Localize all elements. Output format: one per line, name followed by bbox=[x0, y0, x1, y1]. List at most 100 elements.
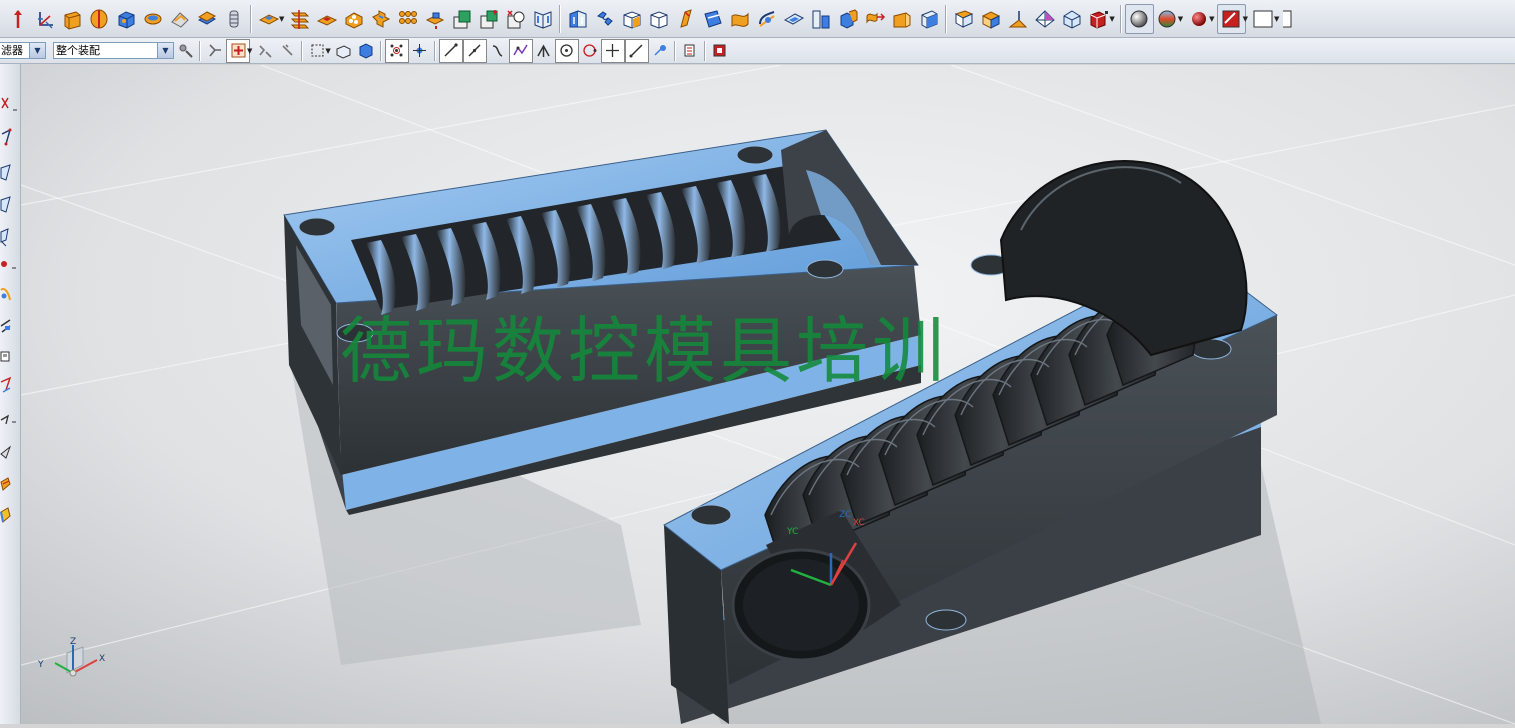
background-icon[interactable] bbox=[1250, 5, 1277, 33]
split-body-icon[interactable] bbox=[726, 5, 753, 33]
curve-icon[interactable] bbox=[0, 196, 11, 213]
zc-label: ZC bbox=[839, 510, 851, 520]
graphics-viewport[interactable]: ZC YC XC Z Y X 德玛数控模具培训 bbox=[21, 65, 1515, 724]
groove-icon[interactable] bbox=[529, 5, 556, 33]
deselect-icon[interactable] bbox=[276, 40, 298, 62]
sphere-icon[interactable] bbox=[193, 5, 220, 33]
line-icon[interactable] bbox=[1, 97, 17, 111]
type-filter-value: 滤器 bbox=[1, 44, 23, 57]
trim-body-icon[interactable] bbox=[699, 5, 726, 33]
snap-point-icon[interactable] bbox=[204, 40, 226, 62]
line-point-icon[interactable] bbox=[624, 38, 649, 63]
chevron-down-icon[interactable]: ▼ bbox=[157, 43, 173, 58]
arc-center-icon[interactable] bbox=[508, 38, 533, 63]
body-icon[interactable] bbox=[355, 40, 377, 62]
chevron-down-icon[interactable]: ▼ bbox=[29, 43, 45, 58]
hole-icon[interactable] bbox=[394, 5, 421, 33]
dropdown-arrow-icon[interactable]: ▼ bbox=[325, 47, 330, 55]
tube-icon[interactable] bbox=[220, 5, 247, 33]
stop-icon[interactable] bbox=[709, 40, 731, 62]
sheet-icon[interactable] bbox=[888, 5, 915, 33]
datum-axis-icon[interactable] bbox=[4, 5, 31, 33]
quadrant-icon[interactable] bbox=[533, 40, 555, 62]
edge-blend-icon[interactable] bbox=[340, 5, 367, 33]
intersect-icon[interactable] bbox=[313, 5, 340, 33]
toolbar-separator bbox=[559, 4, 562, 33]
color-icon[interactable] bbox=[1216, 3, 1246, 34]
intersection-icon[interactable] bbox=[462, 38, 487, 63]
dropdown-arrow-icon[interactable]: ▼ bbox=[1274, 15, 1279, 23]
bounded-plane-icon[interactable] bbox=[1004, 5, 1031, 33]
pad-icon[interactable] bbox=[475, 5, 502, 33]
dropdown-arrow-icon[interactable]: ▼ bbox=[1178, 15, 1183, 23]
plane-icon[interactable] bbox=[0, 164, 11, 181]
offset-face-icon[interactable] bbox=[672, 5, 699, 33]
shaded-icon[interactable] bbox=[1185, 5, 1212, 33]
filter-list-icon[interactable] bbox=[679, 40, 701, 62]
intersect-curve-icon[interactable] bbox=[0, 445, 12, 459]
dropdown-arrow-icon[interactable]: ▼ bbox=[1209, 15, 1214, 23]
triad-x-label: X bbox=[99, 654, 105, 664]
pattern-icon[interactable] bbox=[834, 5, 861, 33]
block-icon[interactable] bbox=[112, 5, 139, 33]
extract-icon[interactable] bbox=[861, 5, 888, 33]
boss-icon[interactable] bbox=[421, 5, 448, 33]
slot-icon[interactable] bbox=[502, 5, 529, 33]
thicken-icon[interactable] bbox=[645, 5, 672, 33]
scope-select[interactable]: 整个装配 ▼ bbox=[53, 42, 174, 59]
offset-curve-icon[interactable] bbox=[0, 376, 12, 393]
sketch-icon[interactable] bbox=[0, 351, 10, 362]
yc-label: YC bbox=[786, 527, 798, 537]
end-point-icon[interactable] bbox=[384, 38, 409, 63]
sew-icon[interactable] bbox=[753, 5, 780, 33]
arc-icon[interactable] bbox=[1, 128, 12, 146]
extrude-icon[interactable] bbox=[58, 5, 85, 33]
point-on-curve-icon[interactable] bbox=[579, 40, 601, 62]
cylinder-icon[interactable] bbox=[139, 5, 166, 33]
toolbar-separator bbox=[301, 40, 304, 61]
dropdown-arrow-icon[interactable]: ▼ bbox=[1109, 15, 1114, 23]
solid-icon[interactable] bbox=[333, 40, 355, 62]
existing-point-icon[interactable] bbox=[554, 38, 579, 63]
type-filter-select[interactable]: 滤器 ▼ bbox=[0, 42, 46, 59]
n-sided-icon[interactable] bbox=[1031, 5, 1058, 33]
wireframe-icon[interactable] bbox=[1124, 3, 1154, 34]
color-side-icon[interactable] bbox=[0, 507, 11, 523]
spline-icon[interactable] bbox=[0, 228, 9, 247]
section-icon[interactable] bbox=[1085, 5, 1112, 33]
cone-icon[interactable] bbox=[166, 5, 193, 33]
dropdown-arrow-icon[interactable]: ▼ bbox=[247, 47, 252, 55]
dropdown-arrow-icon[interactable]: ▼ bbox=[1243, 15, 1248, 23]
datum-csys-icon[interactable] bbox=[31, 5, 58, 33]
edit-icon[interactable] bbox=[0, 319, 11, 333]
mid-point-icon[interactable] bbox=[409, 40, 431, 62]
quick-pick-icon[interactable] bbox=[254, 40, 276, 62]
rib-icon[interactable] bbox=[564, 5, 591, 33]
scope-value: 整个装配 bbox=[56, 44, 100, 57]
edit-object-icon[interactable] bbox=[1281, 5, 1293, 33]
mirror-icon[interactable] bbox=[807, 5, 834, 33]
dropdown-arrow-icon[interactable]: ▼ bbox=[279, 15, 284, 23]
draft-icon[interactable] bbox=[618, 5, 645, 33]
rectangle-icon[interactable] bbox=[0, 477, 11, 491]
grid-icon[interactable] bbox=[649, 40, 671, 62]
point-icon[interactable] bbox=[1, 261, 16, 269]
shell-icon[interactable] bbox=[591, 5, 618, 33]
subtract-icon[interactable] bbox=[286, 5, 313, 33]
swept-icon[interactable] bbox=[915, 5, 942, 33]
general-selection-icon[interactable] bbox=[174, 40, 196, 62]
pocket-icon[interactable] bbox=[448, 5, 475, 33]
tangent-icon[interactable] bbox=[487, 40, 509, 62]
surface-icon[interactable] bbox=[1058, 5, 1085, 33]
unite-icon[interactable] bbox=[255, 5, 282, 33]
ruled-icon[interactable] bbox=[950, 5, 977, 33]
through-curves-icon[interactable] bbox=[977, 5, 1004, 33]
patch-icon[interactable] bbox=[780, 5, 807, 33]
control-point-icon[interactable] bbox=[438, 38, 463, 63]
extrude-side-icon[interactable] bbox=[0, 288, 11, 301]
on-surface-icon[interactable] bbox=[600, 38, 625, 63]
chamfer-icon[interactable] bbox=[367, 5, 394, 33]
project-icon[interactable] bbox=[0, 414, 16, 425]
render-style-icon[interactable] bbox=[1154, 5, 1181, 33]
revolve-icon[interactable] bbox=[85, 5, 112, 33]
